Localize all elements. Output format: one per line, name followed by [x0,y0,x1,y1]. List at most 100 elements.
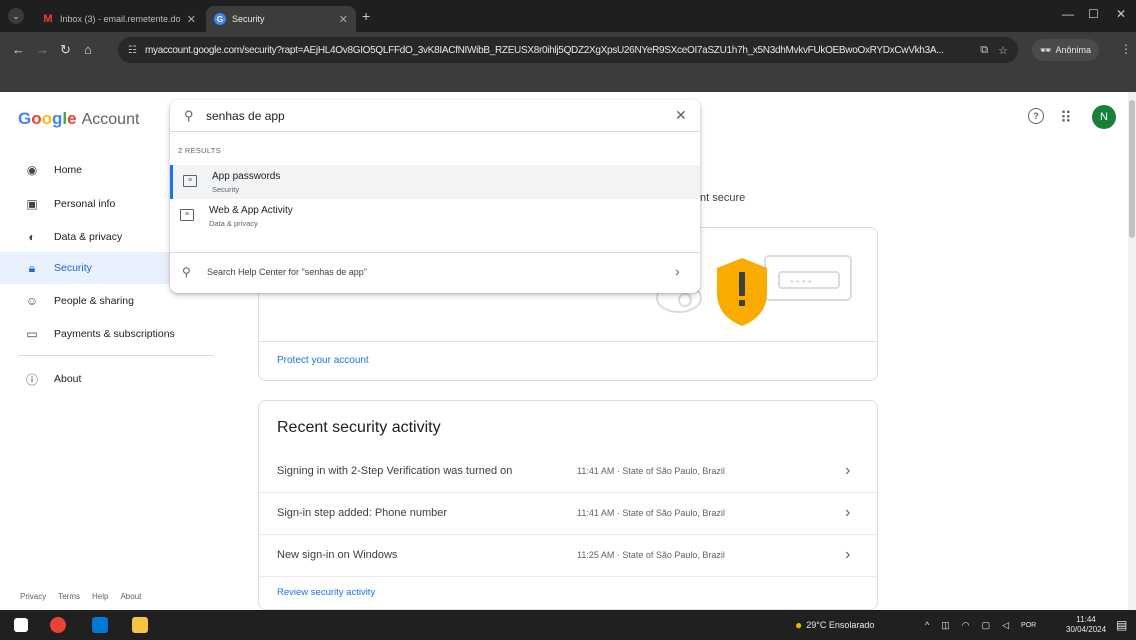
apps-grid-icon[interactable]: ⠿ [1060,108,1072,128]
sidebar-item-label: Security [54,262,92,274]
activity-row[interactable]: Sign-in step added: Phone number 11:41 A… [259,493,877,535]
review-security-activity-link[interactable]: Review security activity [277,587,375,598]
wifi-icon[interactable]: ◠ [962,620,970,631]
people-icon: ☺ [25,294,39,308]
chevron-up-icon[interactable]: ^ [925,620,929,630]
toolbar-strip [0,68,1136,92]
help-center-text: Search Help Center for "senhas de app" [207,267,367,277]
activity-meta: 11:25 AM · State of São Paulo, Brazil [577,550,725,560]
home-icon: ◉ [26,163,38,177]
weather-text: 29°C Ensolarado [806,620,875,630]
home-icon[interactable]: ⌂ [84,42,92,57]
address-bar[interactable]: ☷ myaccount.google.com/security?rapt=AEj… [118,37,1018,63]
search-icon: ⚲ [182,265,191,279]
activity-text: Signing in with 2-Step Verification was … [277,465,513,477]
chevron-right-icon: › [675,263,680,279]
sidebar-item-label: People & sharing [54,295,134,307]
settings-page-icon: ≡ [183,175,197,187]
tab-gmail[interactable]: M Inbox (3) - email.remetente.do ✕ [34,6,204,32]
search-help-center[interactable]: ⚲ Search Help Center for "senhas de app"… [170,252,700,290]
sidebar-divider [18,355,214,356]
footer-link-terms[interactable]: Terms [58,592,80,601]
maximize-icon[interactable]: ☐ [1088,7,1099,21]
file-explorer-icon[interactable] [132,617,148,633]
site-info-icon[interactable]: ☷ [128,45,137,56]
sidebar-item-label: About [54,373,82,385]
language-indicator[interactable]: POR [1021,622,1036,629]
id-card-icon: ▣ [26,197,38,211]
incognito-profile-chip[interactable]: 🕶 Anônima [1032,39,1099,61]
network-icon[interactable]: ◫ [941,620,950,631]
clock[interactable]: 11:44 30/04/2024 [1066,610,1106,640]
search-icon: ⚲ [184,108,194,123]
clock-date: 30/04/2024 [1066,625,1107,634]
google-account-page: Google Account ? ⠿ N ◉ Home ▣ Personal i… [0,92,1128,610]
activity-text: New sign-in on Windows [277,549,398,561]
chevron-right-icon: › [845,462,851,479]
page-scrollbar[interactable] [1128,92,1136,610]
avatar[interactable]: N [1092,105,1116,129]
search-query: senhas de app [206,109,285,123]
clear-search-icon[interactable]: ✕ [675,107,687,124]
system-tray: ^ ◫ ◠ ▢ ◁ POR [925,610,1036,640]
window-close-icon[interactable]: ✕ [1116,7,1126,21]
translate-icon[interactable]: ⧉ [980,44,988,57]
footer-link-privacy[interactable]: Privacy [20,592,46,601]
display-icon[interactable]: ▢ [982,620,991,631]
gmail-icon: M [43,13,53,25]
result-subtitle: Security [212,185,240,194]
scrollbar-thumb[interactable] [1129,100,1135,238]
chevron-right-icon: › [845,504,851,521]
results-count: 2 RESULTS [178,146,221,155]
tab-close-icon[interactable]: ✕ [187,13,196,26]
tab-close-icon[interactable]: ✕ [339,13,348,26]
footer-link-about[interactable]: About [120,592,141,601]
tab-search-chevron-icon[interactable]: ⌄ [8,8,24,24]
sun-icon: ● [795,618,803,632]
search-input[interactable]: ⚲ senhas de app ✕ [170,100,700,132]
footer-link-help[interactable]: Help [92,592,108,601]
google-icon: G [214,13,226,25]
reload-icon[interactable]: ↻ [60,42,71,58]
chevron-right-icon: › [845,546,851,563]
minimize-icon[interactable]: — [1062,7,1074,21]
windows-start-icon[interactable] [14,618,28,632]
footer-links: Privacy Terms Help About [20,592,141,601]
chrome-icon[interactable] [50,617,66,633]
help-icon[interactable]: ? [1028,108,1044,124]
sidebar-item-label: Payments & subscriptions [54,328,175,340]
toggle-icon: ◐ [28,230,36,244]
section-subtitle: nt secure [700,192,746,204]
weather-widget[interactable]: ● 29°C Ensolarado [795,610,874,640]
protect-account-link[interactable]: Protect your account [277,355,369,366]
sidebar-item-about[interactable]: ⓘ About [0,363,214,395]
activity-row[interactable]: Signing in with 2-Step Verification was … [259,451,877,493]
sidebar-item-label: Personal info [54,198,116,210]
bookmark-star-icon[interactable]: ☆ [998,44,1008,57]
settings-page-icon: ≡ [180,209,194,221]
result-title: Web & App Activity [209,205,293,216]
browser-tab-bar: ⌄ M Inbox (3) - email.remetente.do ✕ G S… [0,0,1136,32]
credit-card-icon: ▭ [26,327,38,341]
browser-menu-icon[interactable]: ⋮ [1120,42,1132,56]
volume-icon[interactable]: ◁ [1002,620,1009,631]
forward-arrow-icon[interactable]: → [36,42,49,57]
windows-taskbar: ● 29°C Ensolarado ^ ◫ ◠ ▢ ◁ POR 11:44 30… [0,610,1136,640]
tab-title: Inbox (3) - email.remetente.do [60,14,181,24]
activity-text: Sign-in step added: Phone number [277,507,448,519]
google-account-logo[interactable]: Google Account [18,109,139,129]
info-icon: ⓘ [25,372,38,387]
incognito-icon: 🕶 [1040,44,1052,55]
activity-meta: 11:41 AM · State of São Paulo, Brazil [577,508,725,518]
new-tab-plus-icon[interactable]: + [362,8,370,24]
activity-meta: 11:41 AM · State of São Paulo, Brazil [577,466,725,476]
search-result-web-app-activity[interactable]: ≡ Web & App Activity Data & privacy [170,199,700,233]
search-result-app-passwords[interactable]: ≡ App passwords Security [170,165,700,199]
sidebar-item-label: Data & privacy [54,231,123,243]
outlook-icon[interactable] [92,617,108,633]
notifications-icon[interactable]: ▤ [1116,610,1127,640]
activity-row[interactable]: New sign-in on Windows 11:25 AM · State … [259,535,877,577]
tab-security[interactable]: G Security ✕ [206,6,356,32]
back-arrow-icon[interactable]: ← [12,42,25,57]
sidebar-item-payments[interactable]: ▭ Payments & subscriptions [0,318,214,350]
